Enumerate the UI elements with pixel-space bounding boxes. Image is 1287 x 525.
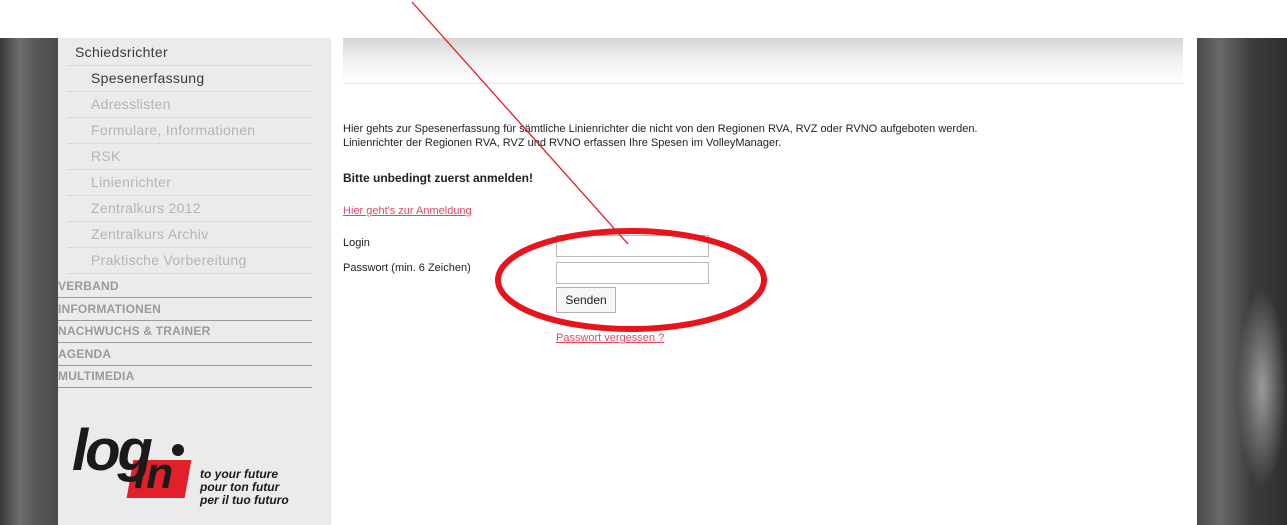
sidebar-item-label: Zentralkurs Archiv (91, 226, 209, 242)
sidebar-item-rsk[interactable]: RSK (67, 144, 312, 170)
intro-text-1: Hier gehts zur Spesenerfassung für sämtl… (343, 123, 978, 135)
logo-tagline-1: to your future (200, 467, 278, 481)
sidebar-item-label: Formulare, Informationen (91, 122, 256, 138)
background-right (1197, 38, 1287, 525)
sidebar-item-adresslisten[interactable]: Adresslisten (67, 92, 312, 118)
sidebar-section-informationen[interactable]: INFORMATIONEN (58, 298, 312, 321)
sidebar-item-label: Schiedsrichter (75, 44, 168, 60)
sidebar-item-schiedsrichter[interactable]: Schiedsrichter (67, 40, 312, 66)
sidebar-section-nachwuchs[interactable]: NACHWUCHS & TRAINER (58, 320, 312, 343)
logo-tagline-3: per il tuo futuro (200, 493, 289, 507)
sidebar-section-multimedia[interactable]: MULTIMEDIA (58, 365, 312, 388)
login-logo[interactable]: log in to your future pour ton futur per… (72, 422, 312, 507)
sidebar-item-label: Spesenerfassung (91, 70, 205, 86)
password-label: Passwort (min. 6 Zeichen) (343, 262, 471, 274)
sidebar-section-verband[interactable]: VERBAND (58, 275, 312, 298)
sidebar-item-zentralkurs-2012[interactable]: Zentralkurs 2012 (67, 196, 312, 222)
notice-text: Bitte unbedingt zuerst anmelden! (343, 171, 534, 185)
sidebar-section-label: NACHWUCHS & TRAINER (58, 324, 211, 338)
logo-word-in: in (134, 449, 174, 498)
login-label: Login (343, 237, 370, 249)
sidebar-item-spesenerfassung[interactable]: Spesenerfassung (67, 66, 312, 92)
sidebar-item-label: Adresslisten (91, 96, 171, 112)
intro-text-2: Linienrichter der Regionen RVA, RVZ und … (343, 137, 782, 149)
sidebar-item-label: Linienrichter (91, 174, 172, 190)
login-input[interactable] (556, 235, 709, 257)
sidebar-section-label: AGENDA (58, 347, 112, 361)
sidebar-item-formulare[interactable]: Formulare, Informationen (67, 118, 312, 144)
header-bar (343, 38, 1183, 84)
sidebar-section-label: MULTIMEDIA (58, 369, 135, 383)
sidebar-item-linienrichter[interactable]: Linienrichter (67, 170, 312, 196)
sidebar-item-label: RSK (91, 148, 121, 164)
register-link[interactable]: Hier geht's zur Anmeldung (343, 205, 472, 217)
submit-button[interactable]: Senden (556, 287, 616, 313)
sidebar-item-label: Zentralkurs 2012 (91, 200, 201, 216)
logo-tagline-2: pour ton futur (200, 480, 280, 494)
sidebar-item-praktische-vorbereitung[interactable]: Praktische Vorbereitung (67, 248, 312, 274)
logo-dot (172, 444, 184, 456)
sidebar-section-label: VERBAND (58, 279, 119, 293)
password-input[interactable] (556, 262, 709, 284)
sidebar-section-label: INFORMATIONEN (58, 302, 162, 316)
sidebar-item-zentralkurs-archiv[interactable]: Zentralkurs Archiv (67, 222, 312, 248)
sidebar-item-label: Praktische Vorbereitung (91, 252, 247, 268)
background-left (0, 38, 58, 525)
forgot-password-link[interactable]: Passwort vergessen ? (556, 332, 664, 344)
sidebar-section-agenda[interactable]: AGENDA (58, 343, 312, 366)
